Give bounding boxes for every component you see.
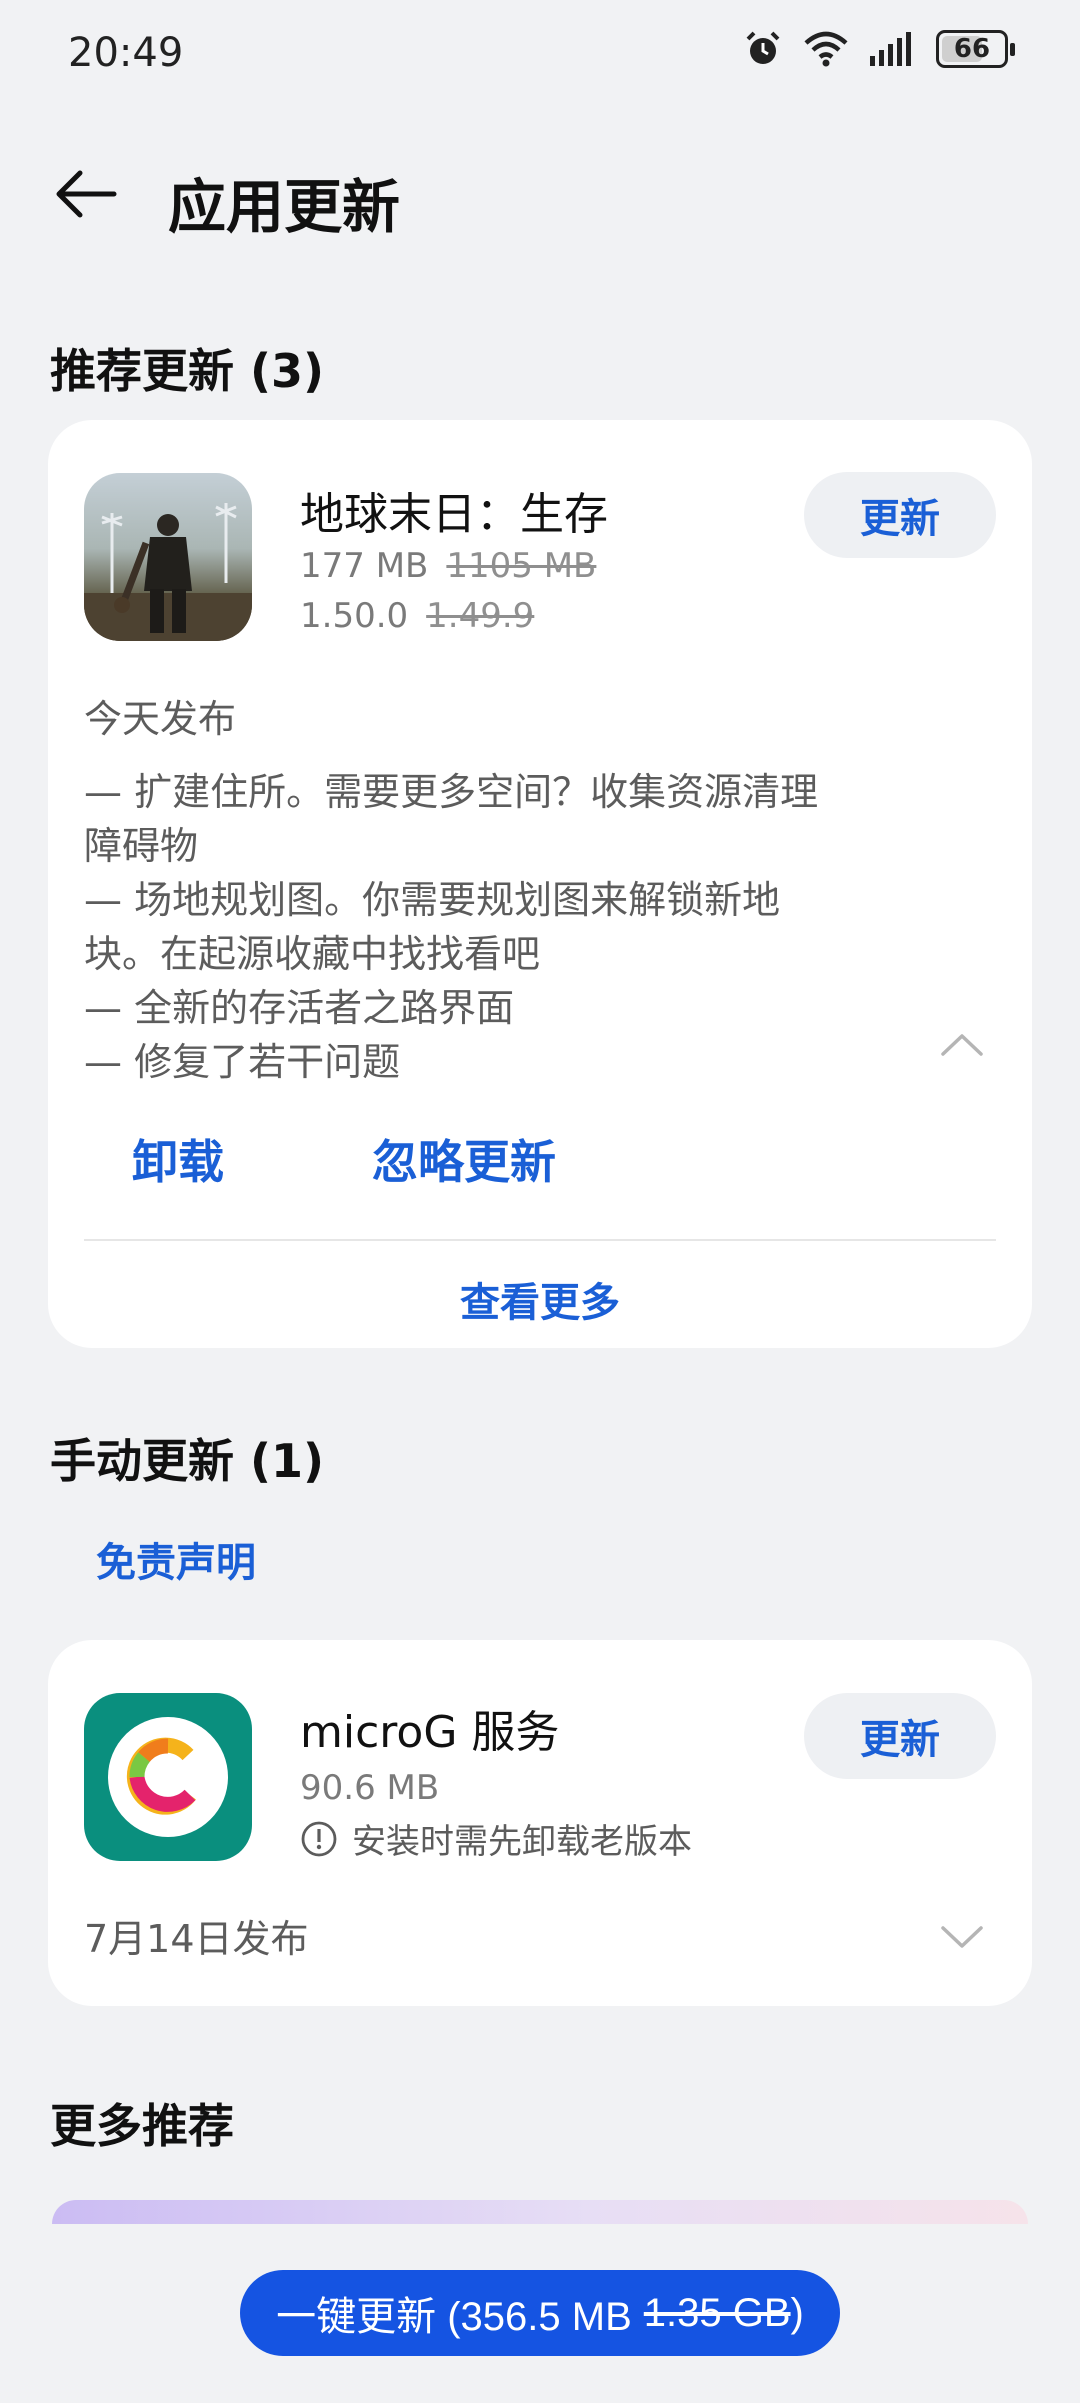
app-size-row: 177 MB 1105 MB: [300, 546, 596, 586]
release-note-line: — 修复了若干问题: [84, 1040, 401, 1084]
wifi-icon: [804, 31, 848, 67]
alarm-icon: [746, 31, 780, 64]
app-name: microG 服务: [300, 1707, 560, 1758]
ignore-update-link[interactable]: 忽略更新: [372, 1126, 556, 1192]
app-old-version: 1.49.9: [426, 596, 535, 636]
chevron-up-icon[interactable]: [940, 1032, 984, 1058]
release-date: 7月14日发布: [84, 1917, 309, 1961]
disclaimer-link[interactable]: 免责声明: [96, 1530, 256, 1588]
release-notes: — 扩建住所。需要更多空间？收集资源清理 障碍物 — 场地规划图。你需要规划图来…: [84, 765, 904, 1089]
install-warning: 安装时需先卸载老版本: [300, 1814, 692, 1863]
app-version-row: 1.50.0 1.49.9: [300, 596, 534, 636]
release-note-line: — 场地规划图。你需要规划图来解锁新地: [84, 878, 781, 922]
app-name: 地球末日：生存: [300, 489, 608, 540]
update-button[interactable]: 更新: [804, 1693, 996, 1779]
recommended-section-title: 推荐更新 (3): [50, 344, 325, 398]
app-old-size: 1105 MB: [446, 546, 597, 586]
back-button[interactable]: [46, 158, 126, 230]
install-warning-text: 安装时需先卸载老版本: [352, 1822, 692, 1862]
survivor-figure-icon: [84, 503, 252, 641]
update-all-button[interactable]: 一键更新 (356.5 MB 1.35 GB): [240, 2270, 840, 2356]
recommended-update-card: 地球末日：生存 177 MB 1105 MB 1.50.0 1.49.9 更新 今天…: [48, 420, 1032, 1348]
update-button[interactable]: 更新: [804, 472, 996, 558]
view-more-link[interactable]: 查看更多: [48, 1270, 1032, 1328]
release-note-line: — 全新的存活者之路界面: [84, 986, 515, 1030]
app-version: 1.50.0: [300, 596, 409, 636]
app-size: 90.6 MB: [300, 1768, 440, 1808]
update-all-close-paren: ): [790, 2290, 804, 2335]
battery-icon: 66: [936, 30, 1015, 68]
status-icons: 66: [744, 30, 1015, 68]
signal-icon: [870, 32, 911, 66]
status-bar: 20:49 66: [0, 0, 1080, 110]
microg-logo-icon: [108, 1717, 228, 1837]
manual-section-title: 手动更新 (1): [50, 1434, 325, 1488]
release-date: 今天发布: [84, 697, 237, 741]
update-all-label: 一键更新 (356.5 MB: [276, 2295, 632, 2339]
release-note-line: 块。在起源收藏中找找看吧: [84, 932, 541, 976]
microg-app-icon[interactable]: [84, 1693, 252, 1861]
release-note-line: — 扩建住所。需要更多空间？收集资源清理: [84, 770, 819, 814]
release-note-line: 障碍物: [84, 824, 199, 868]
battery-level: 66: [953, 34, 991, 64]
doomsday-app-icon[interactable]: [84, 473, 252, 641]
update-all-old-total: 1.35 GB: [643, 2290, 791, 2335]
more-recommendations-title: 更多推荐: [50, 2099, 234, 2153]
page-title: 应用更新: [168, 173, 401, 241]
divider: [84, 1239, 996, 1241]
uninstall-link[interactable]: 卸载: [132, 1126, 224, 1192]
chevron-down-icon[interactable]: [940, 1924, 984, 1950]
manual-update-card: microG 服务 90.6 MB 安装时需先卸载老版本 更新 7月14日发布: [48, 1640, 1032, 2006]
recommendation-banner[interactable]: [52, 2200, 1028, 2224]
back-arrow-icon: [56, 170, 117, 218]
info-warning-icon: [301, 1821, 337, 1856]
status-time: 20:49: [68, 30, 184, 76]
app-size: 177 MB: [300, 546, 429, 586]
app-update-screen: 20:49 66 应用更新 推荐更新 (3) 地球末日：生存 177 MB 11…: [0, 0, 1080, 2403]
